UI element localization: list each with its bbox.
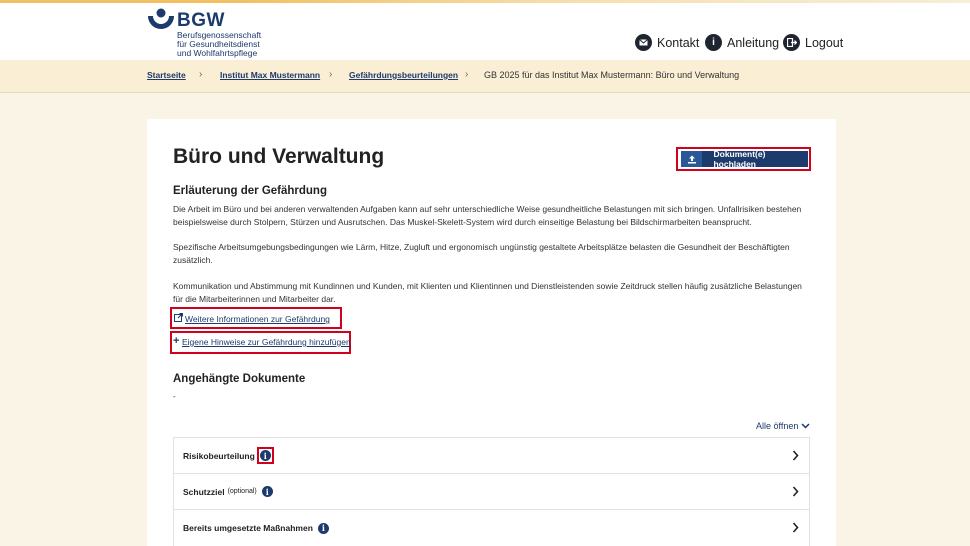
explanation-paragraph: Kommunikation und Abstimmung mit Kundinn… xyxy=(173,281,802,304)
attached-documents-empty: - xyxy=(173,392,176,401)
accordion-optional-label: (optional) xyxy=(227,488,257,495)
external-link-icon xyxy=(174,313,183,324)
nav-logout[interactable]: Logout xyxy=(783,34,843,51)
info-icon: i xyxy=(705,34,722,51)
add-notes-link[interactable]: Eigene Hinweise zur Gefährdung hinzufüge… xyxy=(182,337,351,347)
header: BGW Berufsgenossenschaft für Gesundheits… xyxy=(0,3,970,60)
upload-documents-button[interactable]: Dokument(e) hochladen xyxy=(681,149,808,169)
nav-logout-label: Logout xyxy=(805,35,844,50)
info-highlight: i xyxy=(256,447,274,464)
accordion-schutzziel[interactable]: Schutzziel (optional) i xyxy=(173,473,810,509)
chevron-right-icon xyxy=(792,522,799,533)
upload-highlight: Dokument(e) hochladen xyxy=(676,147,811,171)
breadcrumb-current: GB 2025 für das Institut Max Mustermann:… xyxy=(484,70,740,80)
info-icon[interactable]: i xyxy=(261,486,273,497)
explanation-heading: Erläuterung der Gefährdung xyxy=(173,185,327,197)
upload-label: Dokument(e) hochladen xyxy=(713,149,766,169)
explanation-paragraph: Spezifische Arbeitsumgebungsbedingungen … xyxy=(173,242,790,265)
breadcrumb-separator: › xyxy=(329,69,333,80)
info-icon[interactable]: i xyxy=(259,450,271,461)
chevron-down-icon xyxy=(801,423,810,429)
content-card: Büro und Verwaltung Dokument(e) hochlade… xyxy=(147,119,836,546)
upload-icon xyxy=(681,151,703,167)
logo-name: BGW xyxy=(177,10,225,31)
expand-all-label: Alle öffnen xyxy=(756,421,799,431)
attached-documents-heading: Angehängte Dokumente xyxy=(173,373,306,385)
accordion-umgesetzte-massnahmen[interactable]: Bereits umgesetzte Maßnahmen i xyxy=(173,509,810,546)
accordion-label: Schutzziel xyxy=(183,486,225,497)
nav-anleitung-label: Anleitung xyxy=(727,35,780,50)
breadcrumb-separator: › xyxy=(465,69,469,80)
breadcrumb-gefaehrdungsbeurteilungen[interactable]: Gefährdungsbeurteilungen xyxy=(349,70,458,80)
expand-all-button[interactable]: Alle öffnen xyxy=(756,421,810,431)
breadcrumb-startseite[interactable]: Startseite xyxy=(147,70,186,80)
more-info-link[interactable]: Weitere Informationen zur Gefährdung xyxy=(185,314,330,324)
bgw-logo-icon xyxy=(148,8,174,29)
nav-kontakt[interactable]: Kontakt xyxy=(635,34,699,51)
nav-anleitung[interactable]: i Anleitung xyxy=(705,34,779,51)
accordion-risikobeurteilung[interactable]: Risikobeurteilung i xyxy=(173,437,810,473)
nav-kontakt-label: Kontakt xyxy=(657,35,700,50)
info-icon[interactable]: i xyxy=(317,522,329,534)
breadcrumb-institut[interactable]: Institut Max Mustermann xyxy=(220,70,320,80)
logout-icon xyxy=(783,34,800,51)
mail-icon xyxy=(635,34,652,51)
chevron-right-icon xyxy=(792,486,799,497)
chevron-right-icon xyxy=(792,450,799,461)
logo-subtitle: Berufsgenossenschaft für Gesundheitsdien… xyxy=(177,30,262,58)
bgw-logo[interactable]: BGW Berufsgenossenschaft für Gesundheits… xyxy=(147,8,261,60)
accordion-label: Bereits umgesetzte Maßnahmen xyxy=(183,523,313,533)
explanation-paragraph: Die Arbeit im Büro und bei anderen verwa… xyxy=(173,204,802,227)
breadcrumb: Startseite › Institut Max Mustermann › G… xyxy=(0,60,970,93)
accordion-label: Risikobeurteilung xyxy=(183,450,255,461)
breadcrumb-separator: › xyxy=(199,69,203,80)
plus-icon: + xyxy=(173,335,180,347)
page-title: Büro und Verwaltung xyxy=(173,145,385,168)
